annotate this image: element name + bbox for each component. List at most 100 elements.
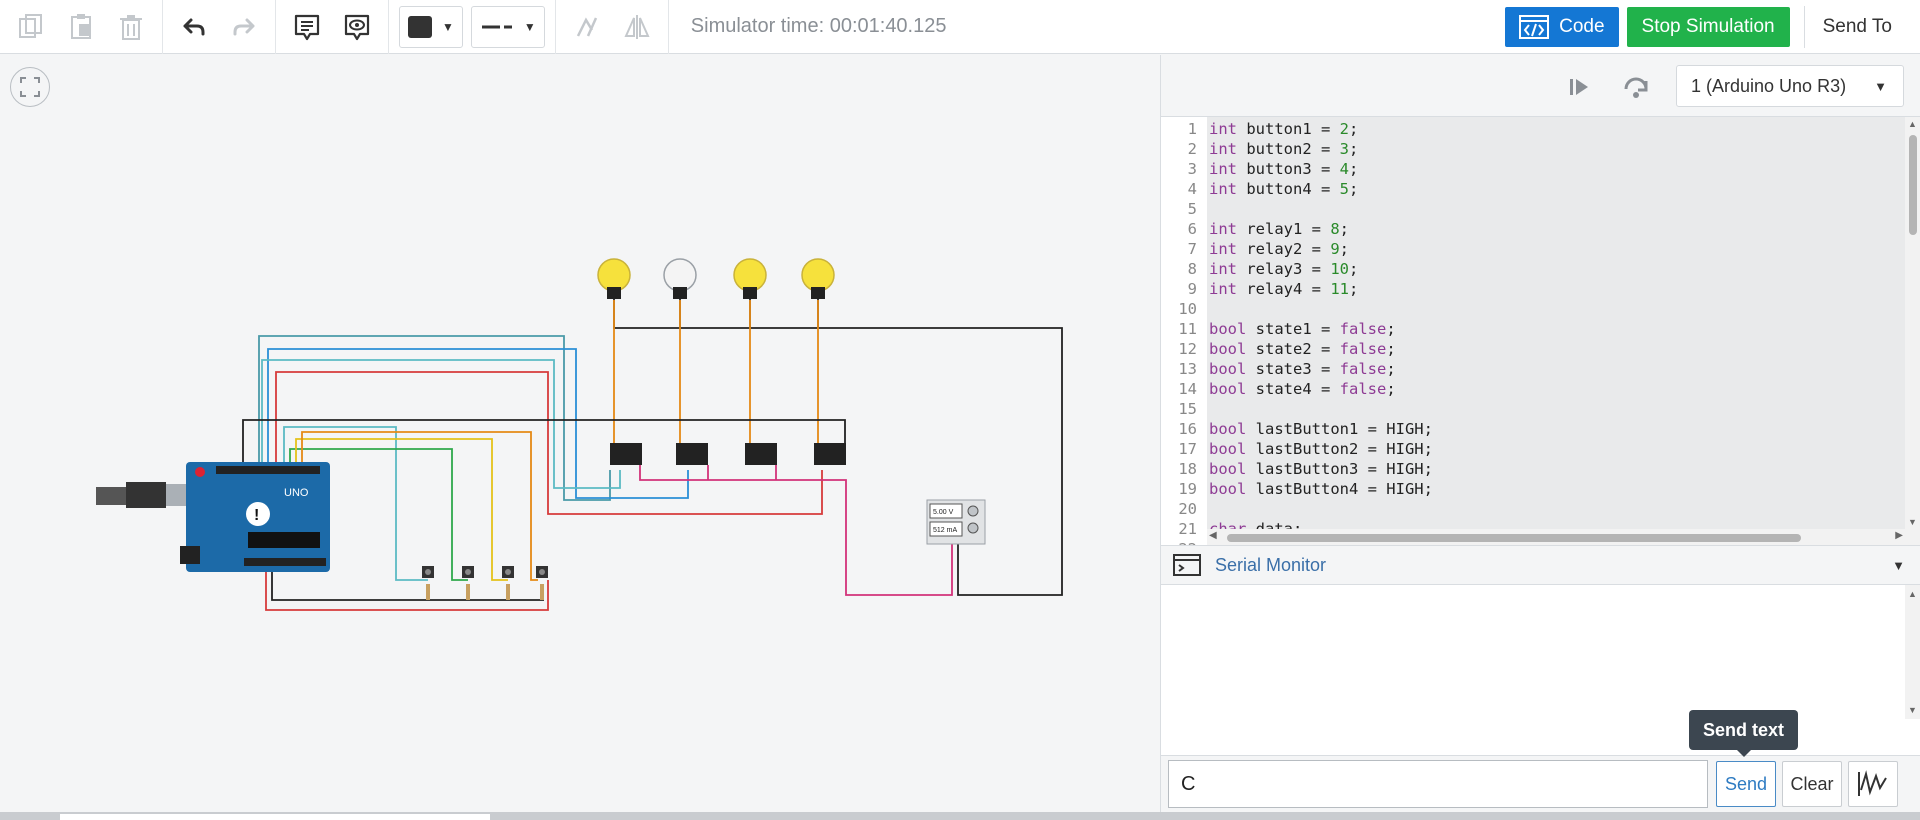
code-text: int relay1 = 8; [1209, 220, 1350, 238]
relay-2 [676, 443, 708, 465]
code-line: 14 bool state4 = false; [1161, 379, 1433, 399]
code-line: 13 bool state3 = false; [1161, 359, 1433, 379]
code-line: 3 int button3 = 4; [1161, 159, 1433, 179]
circuit-diagram: UNO ! 5.00 V 512 mA [96, 258, 1063, 611]
serial-input[interactable] [1168, 760, 1708, 808]
code-line: 16 bool lastButton1 = HIGH; [1161, 419, 1433, 439]
graph-button[interactable] [1848, 761, 1898, 807]
code-text: int relay3 = 10; [1209, 260, 1359, 278]
power-supply: 5.00 V 512 mA [926, 499, 986, 545]
line-number: 9 [1187, 280, 1197, 298]
chevron-down-icon: ▼ [523, 19, 536, 34]
chevron-down-icon: ▼ [442, 19, 454, 34]
view-group [276, 0, 389, 54]
line-number: 13 [1178, 360, 1197, 378]
bottom-scroll-strip[interactable] [0, 812, 1920, 820]
simulator-time: Simulator time: 00:01:40.125 [690, 15, 947, 37]
send-button[interactable]: Send [1716, 761, 1776, 807]
board-label: UNO [284, 487, 309, 499]
serial-monitor-header[interactable]: Serial Monitor ▼ [1161, 545, 1920, 585]
wire-type-dropdown[interactable]: ▼ [470, 5, 545, 48]
rotate-icon [576, 16, 597, 37]
serial-input-bar: Send Clear [1161, 755, 1920, 812]
step-over-icon[interactable] [1620, 71, 1652, 103]
serial-scrollbar[interactable]: ▲ ▼ [1905, 585, 1920, 719]
send-to-button[interactable]: Send To [1803, 6, 1920, 48]
code-line: 18 bool lastButton3 = HIGH; [1161, 459, 1433, 479]
code-line: 17 bool lastButton2 = HIGH; [1161, 439, 1433, 459]
code-panel-header: 1 (Arduino Uno R3) ▼ [1161, 55, 1920, 117]
flip-icon [624, 14, 650, 39]
svg-text:!: ! [254, 507, 259, 524]
chevron-down-icon: ▼ [1874, 78, 1887, 94]
wire-red-top [275, 371, 823, 515]
code-line: 6 int relay1 = 8; [1161, 219, 1433, 239]
bulb-1 [597, 258, 631, 299]
send-text-tooltip: Send text [1689, 710, 1798, 757]
editor-horizontal-scrollbar[interactable]: ◀ ▶ [1207, 529, 1905, 545]
line-number: 7 [1187, 240, 1197, 258]
line-number: 15 [1178, 400, 1197, 418]
wire-style-icon [481, 25, 512, 28]
step-forward-icon[interactable] [1564, 71, 1596, 103]
code-line: 10 [1161, 299, 1433, 319]
history-group [163, 0, 276, 54]
code-text: int button4 = 5; [1209, 180, 1359, 198]
line-number: 19 [1178, 480, 1197, 498]
color-swatch [408, 15, 432, 38]
notes-button[interactable] [282, 7, 332, 47]
delete-icon [120, 14, 142, 40]
code-line: 7 int relay2 = 9; [1161, 239, 1433, 259]
paste-icon [71, 13, 91, 39]
delete-button[interactable] [106, 7, 156, 47]
arduino-uno: UNO ! [96, 462, 330, 572]
psu-current: 512 mA [933, 527, 957, 534]
chevron-down-icon[interactable]: ▼ [1892, 558, 1905, 573]
code-button[interactable]: Code [1505, 7, 1619, 47]
circuit-canvas[interactable]: UNO ! 5.00 V 512 mA [0, 55, 1160, 812]
visibility-icon [344, 14, 370, 40]
toolbar-actions: Code Stop Simulation Send To [1505, 0, 1920, 54]
wire-color-dropdown[interactable]: ▼ [399, 5, 463, 48]
light-bulbs [597, 258, 835, 299]
code-line: 5 [1161, 199, 1433, 219]
code-text: int relay2 = 9; [1209, 240, 1350, 258]
editor-vertical-scrollbar[interactable]: ▲ ▼ [1905, 117, 1920, 545]
code-text: bool state1 = false; [1209, 320, 1396, 338]
line-number: 14 [1178, 380, 1197, 398]
stop-simulation-button[interactable]: Stop Simulation [1626, 7, 1790, 47]
visibility-button[interactable] [332, 7, 382, 47]
code-editor[interactable]: 1 int button1 = 2; 2 int button2 = 3; 3 int b… [1161, 117, 1920, 545]
line-number: 11 [1178, 320, 1197, 338]
code-line: 15 [1161, 399, 1433, 419]
style-group: ▼ ▼ [389, 0, 556, 54]
code-line: 1 int button1 = 2; [1161, 119, 1433, 139]
undo-button[interactable] [169, 7, 219, 47]
code-line: 20 [1161, 499, 1433, 519]
line-number: 17 [1178, 440, 1197, 458]
relay-4 [814, 443, 846, 465]
paste-button[interactable] [56, 7, 106, 47]
wire-magenta [639, 465, 953, 596]
code-line: 2 int button2 = 3; [1161, 139, 1433, 159]
code-text: bool lastButton1 = HIGH; [1209, 420, 1433, 438]
rotate-button[interactable] [562, 7, 612, 47]
line-number: 1 [1187, 120, 1197, 138]
redo-button[interactable] [219, 7, 269, 47]
main-toolbar: ▼ ▼ Simulator time: 00:01:40.125 Code St… [0, 0, 1920, 54]
flip-button[interactable] [612, 7, 662, 47]
device-select[interactable]: 1 (Arduino Uno R3) ▼ [1676, 65, 1904, 107]
clear-button[interactable]: Clear [1782, 761, 1842, 807]
line-number: 12 [1178, 340, 1197, 358]
line-number: 5 [1187, 200, 1197, 218]
code-text: bool lastButton3 = HIGH; [1209, 460, 1433, 478]
serial-output: ▲ ▼ [1161, 585, 1920, 719]
code-text: bool state2 = false; [1209, 340, 1396, 358]
psu-voltage: 5.00 V [933, 509, 954, 516]
code-text: int relay4 = 11; [1209, 280, 1359, 298]
bulb-3 [733, 258, 767, 299]
copy-button[interactable] [6, 7, 56, 47]
bulb-4 [801, 258, 835, 299]
